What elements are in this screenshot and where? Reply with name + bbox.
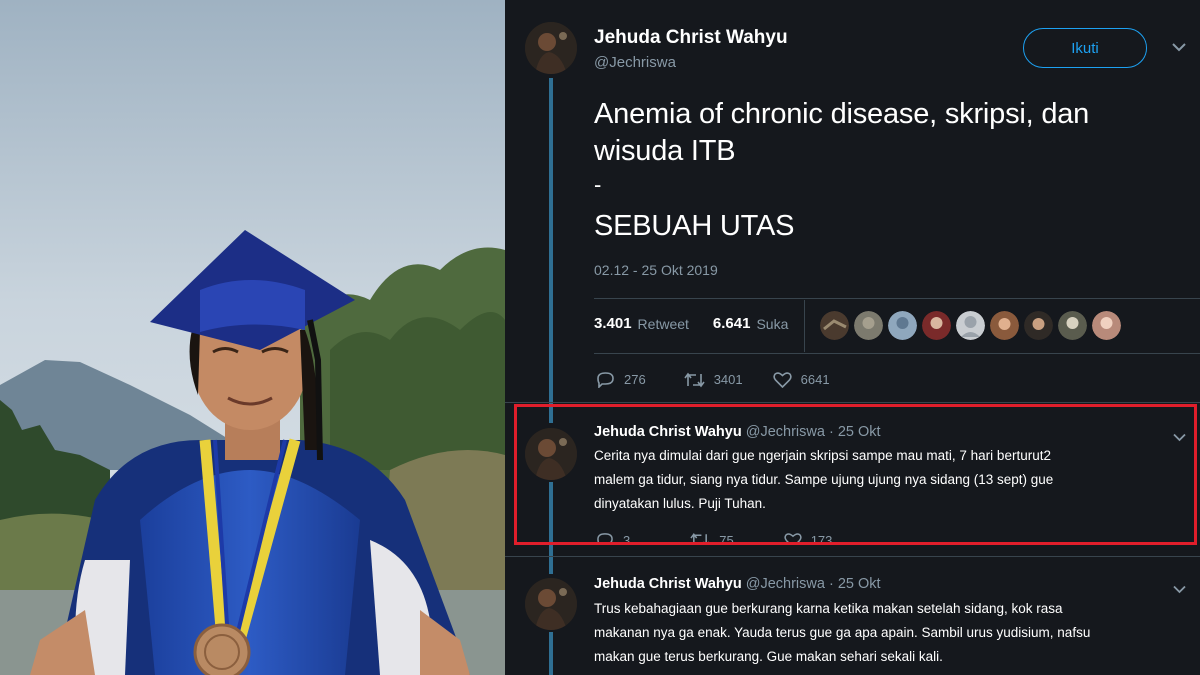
tweet-timestamp[interactable]: 02.12 - 25 Okt 2019 [594,262,718,278]
thread-line [549,78,553,423]
retweet-label[interactable]: Retweet [638,316,689,332]
reply-text-line: makan gue terus berkurang. Gue makan seh… [594,649,943,664]
reply-meta[interactable]: @Jechriswa · 25 Okt [746,576,881,592]
avatar[interactable] [525,22,577,74]
divider [505,556,1200,557]
tweet-actions: 276 3401 6641 [596,371,830,388]
reply-text-line: Trus kebahagiaan gue berkurang karna ket… [594,601,1063,616]
reply-header[interactable]: Jehuda Christ Wahyu @Jechriswa · 25 Okt [594,576,881,592]
avatar[interactable] [1058,311,1087,340]
tweet-text-line: wisuda ITB [594,135,736,167]
like-count-action: 6641 [800,372,830,387]
like-button[interactable]: 6641 [772,371,830,388]
divider [594,298,1200,299]
reply-button[interactable]: 276 [596,371,646,388]
like-label[interactable]: Suka [756,316,788,332]
tweet-thread-panel: Jehuda Christ Wahyu @Jechriswa Ikuti Ane… [505,0,1200,675]
reply-count: 276 [624,372,646,387]
avatar[interactable] [888,311,917,340]
tweet-text-line: - [594,172,602,197]
tweet-text-line: SEBUAH UTAS [594,210,795,242]
avatar[interactable] [956,311,985,340]
thread-line [549,632,553,675]
retweet-button[interactable]: 3401 [684,372,743,388]
highlight-box [514,404,1197,545]
avatar[interactable] [1092,311,1121,340]
engagement-stats: 3.401 Retweet 6.641 Suka [594,315,788,332]
divider [505,402,1200,403]
avatar[interactable] [922,311,951,340]
retweet-count-action: 3401 [713,372,743,387]
author-name[interactable]: Jehuda Christ Wahyu [594,27,788,49]
retweet-icon [684,372,705,387]
chevron-down-icon[interactable] [1173,582,1186,597]
reply-text-line: makanan nya ga enak. Yauda terus gue ga … [594,625,1091,640]
chevron-down-icon[interactable] [1172,40,1186,55]
retweet-count[interactable]: 3.401 [594,315,632,332]
heart-icon [772,372,792,388]
avatar[interactable] [1024,311,1053,340]
follow-button[interactable]: Ikuti [1023,28,1147,68]
tweet-text-line: Anemia of chronic disease, skripsi, dan [594,98,1090,130]
like-count[interactable]: 6.641 [713,315,751,332]
avatar[interactable] [525,578,577,630]
reply-icon [597,372,614,388]
avatar[interactable] [854,311,883,340]
author-name[interactable]: Jehuda Christ Wahyu [594,576,742,592]
liker-avatars [820,311,1121,340]
avatar[interactable] [990,311,1019,340]
graduation-photo [0,0,505,675]
author-handle[interactable]: @Jechriswa [594,54,676,71]
divider [804,300,805,352]
avatar[interactable] [820,311,849,340]
divider [594,353,1200,354]
